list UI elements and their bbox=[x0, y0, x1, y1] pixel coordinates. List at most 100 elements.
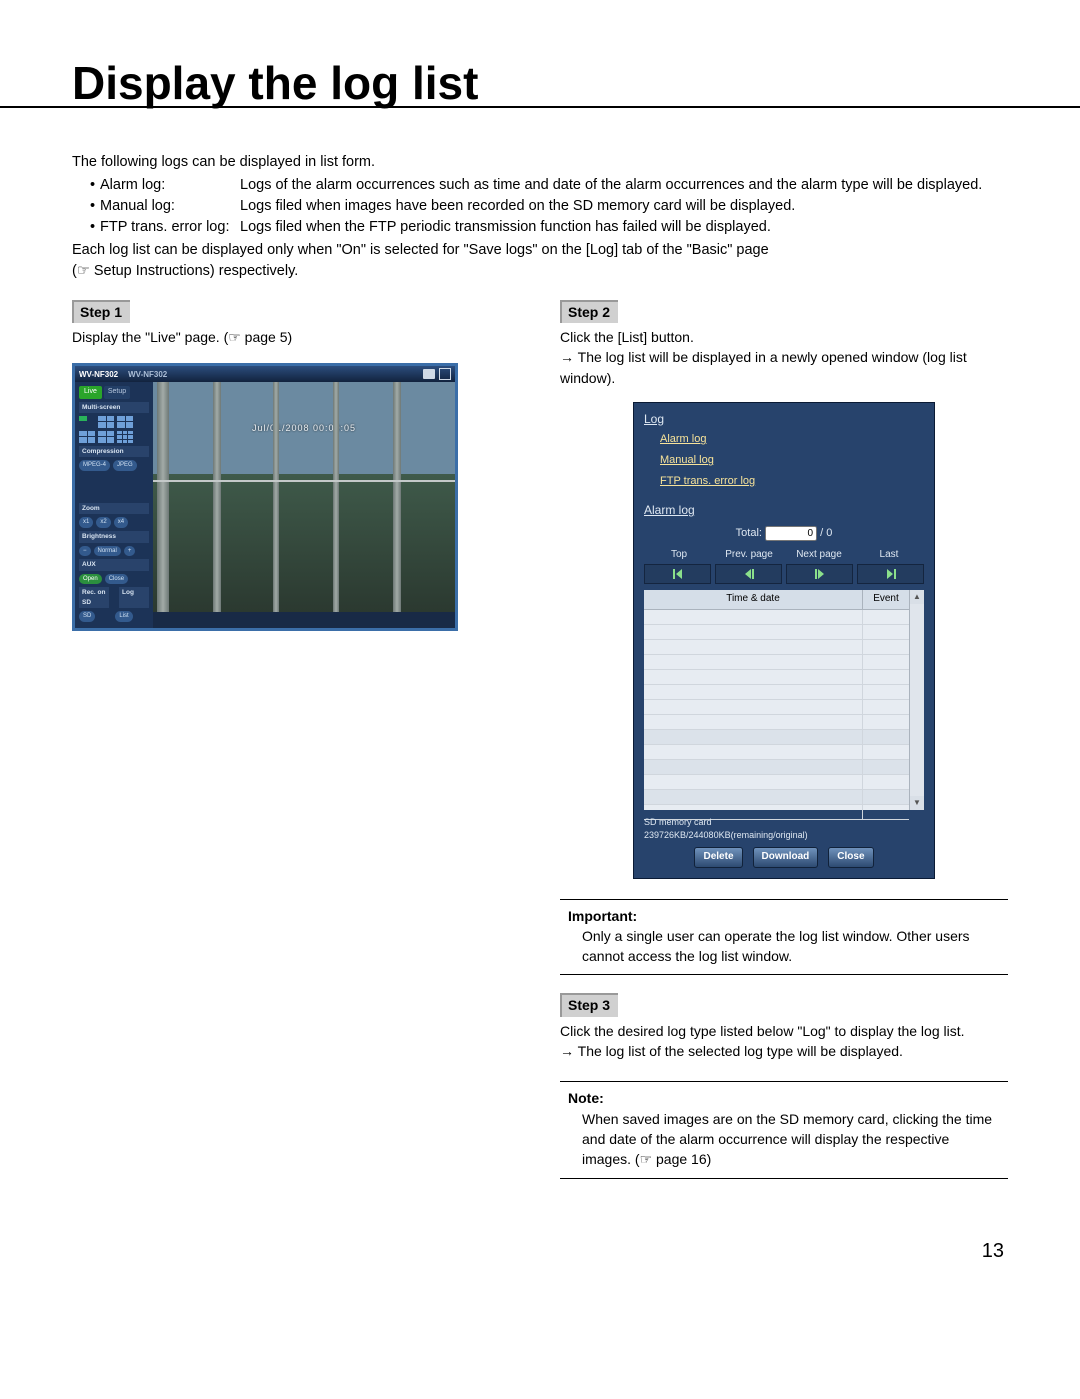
log-list-button[interactable]: List bbox=[115, 611, 132, 622]
step2-text-2: → The log list will be displayed in a ne… bbox=[560, 347, 1008, 388]
step1-label: Step 1 bbox=[72, 300, 130, 323]
pager-last-button[interactable] bbox=[857, 564, 924, 584]
brightness-plus-button[interactable]: + bbox=[124, 546, 136, 557]
next-icon bbox=[812, 568, 828, 580]
brightness-normal-button[interactable]: Normal bbox=[94, 546, 121, 557]
prev-icon bbox=[741, 568, 757, 580]
bullet: • bbox=[90, 196, 100, 217]
log-list-window: Log Alarm log Manual log FTP trans. erro… bbox=[633, 402, 935, 879]
important-body: Only a single user can operate the log l… bbox=[568, 926, 1000, 967]
pager-top-button[interactable] bbox=[644, 564, 711, 584]
log-type-desc: Logs of the alarm occurrences such as ti… bbox=[240, 175, 1008, 196]
section-multiscreen: Multi-screen bbox=[79, 402, 149, 413]
intro-line: The following logs can be displayed in l… bbox=[72, 152, 1008, 173]
layout-4b-icon[interactable] bbox=[117, 416, 133, 428]
compression-jpeg-button[interactable]: JPEG bbox=[113, 460, 137, 471]
pager-prev-label: Prev. page bbox=[714, 548, 784, 563]
col-event[interactable]: Event bbox=[863, 590, 909, 609]
step3-text-2: → The log list of the selected log type … bbox=[560, 1041, 1008, 1061]
table-row[interactable] bbox=[644, 685, 909, 700]
section-compression: Compression bbox=[79, 446, 149, 457]
log-type-desc: Logs filed when the FTP periodic transmi… bbox=[240, 217, 1008, 238]
scroll-down-icon[interactable]: ▼ bbox=[910, 796, 924, 810]
aux-open-button[interactable]: Open bbox=[79, 574, 102, 585]
aux-close-button[interactable]: Close bbox=[105, 574, 128, 585]
step2-label: Step 2 bbox=[560, 300, 618, 323]
log-table: Time & date Event bbox=[644, 590, 909, 810]
expand-icon[interactable] bbox=[439, 368, 451, 380]
camera-model-right: WV-NF302 bbox=[128, 369, 167, 381]
link-manual-log[interactable]: Manual log bbox=[660, 453, 924, 469]
total-input[interactable] bbox=[765, 526, 817, 541]
close-button[interactable]: Close bbox=[828, 847, 873, 868]
table-row[interactable] bbox=[644, 760, 909, 775]
table-row[interactable] bbox=[644, 610, 909, 625]
intro-block: The following logs can be displayed in l… bbox=[72, 152, 1008, 282]
zoom-x2-button[interactable]: x2 bbox=[96, 517, 110, 528]
section-aux: AUX bbox=[79, 559, 149, 570]
live-view: Jul/01/2008 00:00:05 bbox=[153, 382, 455, 612]
table-row[interactable] bbox=[644, 700, 909, 715]
table-row[interactable] bbox=[644, 655, 909, 670]
delete-button[interactable]: Delete bbox=[694, 847, 742, 868]
layout-icon[interactable] bbox=[79, 431, 95, 443]
camera-model-left: WV-NF302 bbox=[79, 369, 118, 381]
download-button[interactable]: Download bbox=[753, 847, 819, 868]
col-time-date[interactable]: Time & date bbox=[644, 590, 863, 609]
log-heading: Log bbox=[644, 411, 924, 428]
pager-next-button[interactable] bbox=[786, 564, 853, 584]
layout-16-icon[interactable] bbox=[117, 431, 133, 443]
log-type-label: Alarm log: bbox=[100, 175, 240, 196]
zoom-x1-button[interactable]: x1 bbox=[79, 517, 93, 528]
link-alarm-log[interactable]: Alarm log bbox=[660, 432, 924, 448]
total-label: Total: bbox=[736, 527, 762, 539]
scroll-up-icon[interactable]: ▲ bbox=[910, 590, 924, 604]
log-type-desc: Logs filed when images have been recorde… bbox=[240, 196, 1008, 217]
table-row[interactable] bbox=[644, 730, 909, 745]
table-row[interactable] bbox=[644, 790, 909, 805]
link-ftp-error-log[interactable]: FTP trans. error log bbox=[660, 474, 924, 490]
section-zoom: Zoom bbox=[79, 503, 149, 514]
note-title: Note: bbox=[568, 1088, 1000, 1108]
scroll-track[interactable] bbox=[910, 604, 924, 796]
snapshot-icon[interactable] bbox=[423, 369, 435, 379]
bullet: • bbox=[90, 217, 100, 238]
pager-top-label: Top bbox=[644, 548, 714, 563]
table-row[interactable] bbox=[644, 670, 909, 685]
layout-4-icon[interactable] bbox=[98, 416, 114, 428]
table-row[interactable] bbox=[644, 745, 909, 760]
important-title: Important: bbox=[568, 906, 1000, 926]
section-brightness: Brightness bbox=[79, 531, 149, 542]
step3-label: Step 3 bbox=[560, 993, 618, 1016]
step3-text-1: Click the desired log type listed below … bbox=[560, 1021, 1008, 1041]
scrollbar[interactable]: ▲ ▼ bbox=[909, 590, 924, 810]
layout-1-icon[interactable] bbox=[79, 416, 95, 428]
section-rec-on-sd: Rec. on SD bbox=[79, 587, 109, 608]
rec-sd-button[interactable]: SD bbox=[79, 611, 95, 622]
total-suffix: / 0 bbox=[820, 527, 832, 539]
pager-next-label: Next page bbox=[784, 548, 854, 563]
layout-icon[interactable] bbox=[98, 431, 114, 443]
page-number: 13 bbox=[72, 1237, 1008, 1266]
brightness-minus-button[interactable]: − bbox=[79, 546, 91, 557]
skip-last-icon bbox=[883, 568, 899, 580]
pager-prev-button[interactable] bbox=[715, 564, 782, 584]
intro-tail-2: (☞ Setup Instructions) respectively. bbox=[72, 261, 1008, 282]
table-row[interactable] bbox=[644, 775, 909, 790]
table-row[interactable] bbox=[644, 640, 909, 655]
note-body: When saved images are on the SD memory c… bbox=[568, 1109, 1000, 1170]
compression-mpeg4-button[interactable]: MPEG-4 bbox=[79, 460, 110, 471]
sd-memory-info: 239726KB/244080KB(remaining/original) bbox=[644, 829, 924, 842]
bullet: • bbox=[90, 175, 100, 196]
live-page-screenshot: WV-NF302 WV-NF302 Live Setup Multi-scree… bbox=[72, 363, 458, 631]
table-row[interactable] bbox=[644, 715, 909, 730]
zoom-x4-button[interactable]: x4 bbox=[114, 517, 128, 528]
tab-setup[interactable]: Setup bbox=[104, 386, 130, 398]
live-timestamp: Jul/01/2008 00:00:05 bbox=[153, 422, 455, 435]
section-log: Log bbox=[119, 587, 149, 608]
skip-first-icon bbox=[670, 568, 686, 580]
tab-live[interactable]: Live bbox=[79, 386, 102, 398]
step1-text: Display the "Live" page. (☞ page 5) bbox=[72, 327, 520, 347]
table-row[interactable] bbox=[644, 625, 909, 640]
log-type-label: FTP trans. error log: bbox=[100, 217, 240, 238]
